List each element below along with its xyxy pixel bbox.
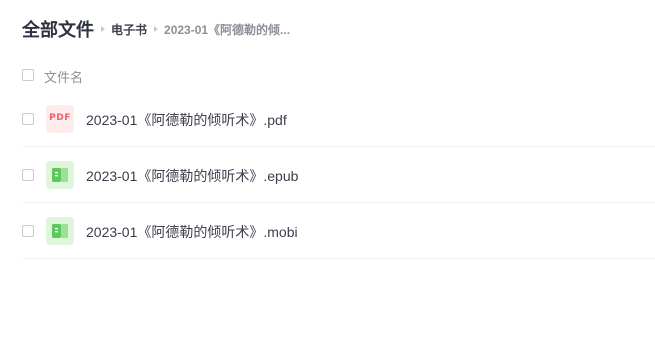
breadcrumb-all-files[interactable]: 全部文件 bbox=[22, 16, 94, 42]
file-browser: 全部文件 电子书 2023-01《阿德勒的倾... 文件名 PDF 2023-0… bbox=[0, 0, 655, 342]
file-name[interactable]: 2023-01《阿德勒的倾听术》.mobi bbox=[86, 222, 298, 242]
select-all-checkbox[interactable] bbox=[22, 69, 34, 81]
breadcrumb-ebooks[interactable]: 电子书 bbox=[111, 21, 147, 38]
breadcrumb: 全部文件 电子书 2023-01《阿德勒的倾... bbox=[22, 14, 290, 44]
column-header-filename[interactable]: 文件名 bbox=[44, 67, 83, 86]
pdf-file-icon: PDF bbox=[46, 105, 74, 133]
pdf-icon-label: PDF bbox=[49, 113, 71, 123]
list-header: 文件名 bbox=[0, 62, 655, 88]
breadcrumb-current-folder: 2023-01《阿德勒的倾... bbox=[164, 22, 291, 37]
ebook-file-icon bbox=[46, 217, 74, 245]
breadcrumb-separator-icon bbox=[154, 26, 159, 32]
file-name[interactable]: 2023-01《阿德勒的倾听术》.epub bbox=[86, 166, 298, 186]
row-divider bbox=[22, 258, 655, 259]
file-row[interactable]: 2023-01《阿德勒的倾听术》.epub bbox=[0, 147, 655, 203]
ebook-file-icon bbox=[46, 161, 74, 189]
breadcrumb-separator-icon bbox=[101, 26, 105, 32]
file-checkbox[interactable] bbox=[22, 113, 34, 125]
file-name[interactable]: 2023-01《阿德勒的倾听术》.pdf bbox=[86, 110, 287, 130]
file-row[interactable]: 2023-01《阿德勒的倾听术》.mobi bbox=[0, 203, 655, 259]
file-checkbox[interactable] bbox=[22, 169, 34, 181]
file-checkbox[interactable] bbox=[22, 225, 34, 237]
file-list: PDF 2023-01《阿德勒的倾听术》.pdf 2023-01《阿德勒的倾听术… bbox=[0, 91, 655, 259]
file-row[interactable]: PDF 2023-01《阿德勒的倾听术》.pdf bbox=[0, 91, 655, 147]
